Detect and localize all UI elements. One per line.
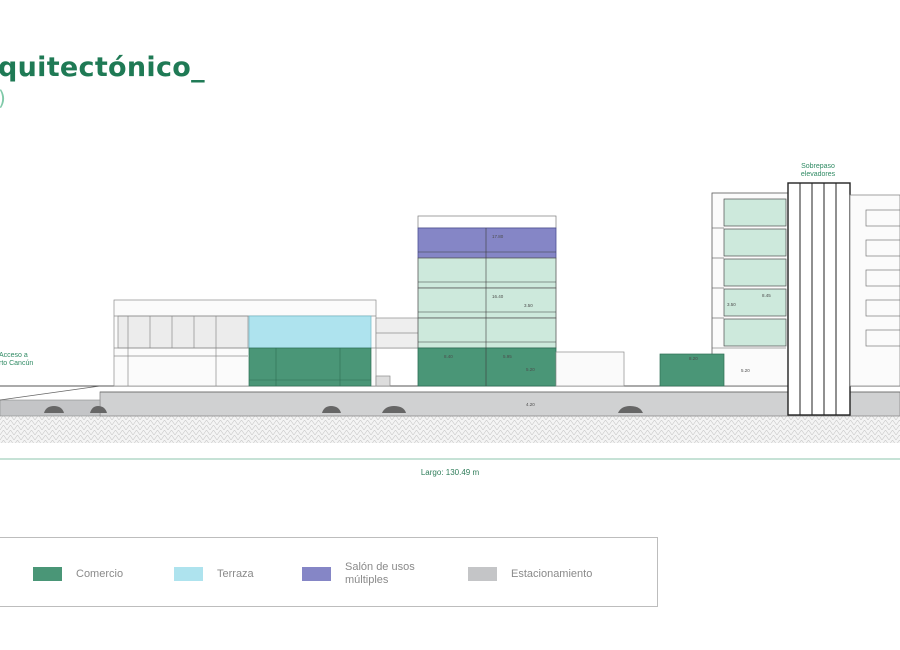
page-subtitle: ): [0, 86, 6, 110]
legend-swatch-salon: [302, 567, 331, 581]
legend-swatch-comercio: [33, 567, 62, 581]
ground-soil: [0, 416, 900, 443]
dim-sum-top: 17.80: [492, 234, 504, 239]
ramp-slope: [0, 385, 101, 401]
commerce-area-middle: [417, 347, 557, 387]
legend-item-estacionamiento: Estacionamiento: [468, 567, 592, 581]
legend-item-salon: Salón de usos múltiples: [302, 561, 415, 587]
dim-basement-height: 4.20: [526, 402, 535, 407]
dim-right-ground: 5.20: [741, 368, 750, 373]
total-length-label: Largo: 130.49 m: [420, 468, 480, 477]
dim-right-low: 8.20: [689, 356, 698, 361]
elevator-core: [787, 182, 851, 416]
legend: Comercio Terraza Salón de usos múltiples…: [0, 537, 658, 607]
dim-right-span: 8.45: [762, 293, 771, 298]
far-right-building: [849, 194, 900, 387]
middle-annex: [555, 351, 625, 387]
right-tower-floors: [723, 198, 787, 347]
page-title: quitectónico_: [0, 52, 205, 83]
middle-tower-rooftop: [417, 215, 557, 229]
dim-ground-left: 8.40: [444, 354, 453, 359]
dim-ground-height: 5.20: [526, 367, 535, 372]
legend-item-comercio: Comercio: [33, 567, 123, 581]
dim-middle-span: 16.40: [492, 294, 504, 299]
terrace-area: [248, 315, 372, 349]
architectural-section: 17.80 16.40 3.50 8.40 5.95 5.20 4.20 8.4…: [0, 182, 900, 460]
legend-swatch-terraza: [174, 567, 203, 581]
dim-middle-height: 3.50: [524, 303, 533, 308]
salon-usos-multiples: [417, 227, 557, 259]
dim-ground-right: 5.95: [503, 354, 512, 359]
parking-basement: [99, 391, 900, 417]
legend-swatch-estacionamiento: [468, 567, 497, 581]
dim-right-height: 3.50: [727, 302, 736, 307]
legend-item-terraza: Terraza: [174, 567, 254, 581]
middle-tower-floors: [417, 257, 557, 349]
